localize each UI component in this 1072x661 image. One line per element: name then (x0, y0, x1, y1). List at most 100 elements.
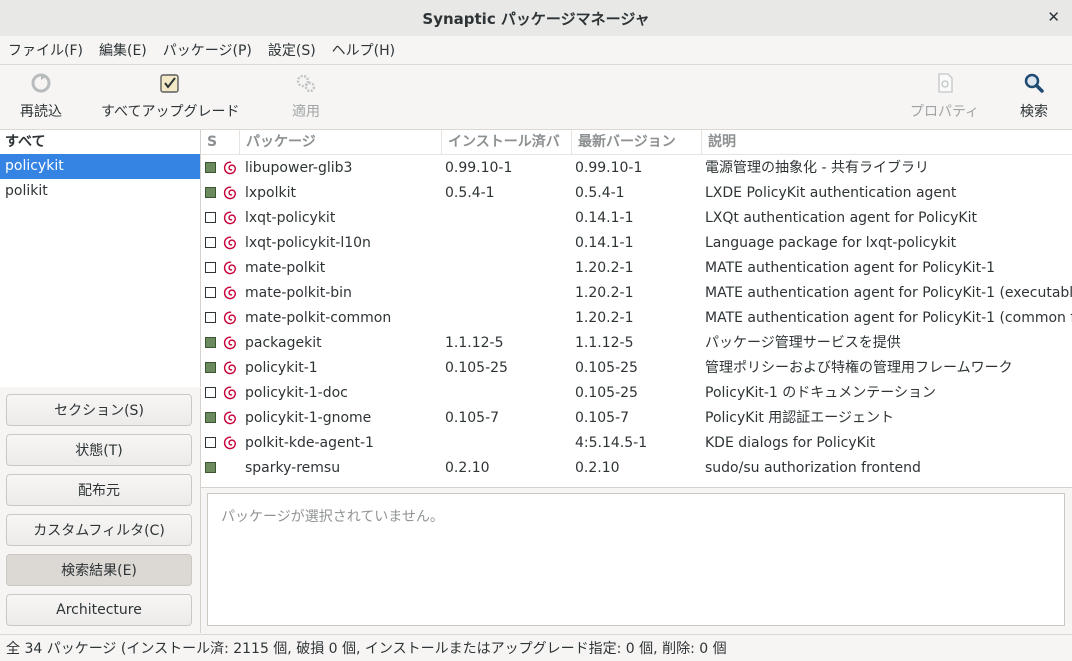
col-package[interactable]: パッケージ (239, 130, 441, 154)
table-header: S パッケージ インストール済バ 最新バージョン 説明 (201, 130, 1072, 155)
package-name: lxqt-policykit (245, 210, 336, 226)
col-installed-version[interactable]: インストール済バ (441, 130, 571, 154)
table-row[interactable]: mate-polkit-common 1.20.2-1 MATE authentic… (201, 306, 1072, 331)
search-button[interactable]: 検索 (1020, 71, 1048, 121)
package-description: MATE authentication agent for PolicyKit-… (705, 260, 996, 276)
package-description: MATE authentication agent for PolicyKit-… (705, 285, 1072, 301)
properties-label: プロパティ (910, 104, 980, 120)
window-title: Synaptic パッケージマネージャ (422, 9, 650, 28)
package-name: libupower-glib3 (245, 160, 353, 176)
table-row[interactable]: libupower-glib3 0.99.10-1 0.99.10-1 電源管理の抽象… (201, 156, 1072, 181)
installed-checkbox[interactable] (205, 337, 216, 348)
toolbar: 再読込 すべてアップグレード 適用 プロパティ 検索 (0, 65, 1072, 130)
menu-settings[interactable]: 設定(S) (260, 40, 324, 60)
not-installed-checkbox[interactable] (205, 312, 216, 323)
apply-button[interactable]: 適用 (292, 71, 320, 121)
installed-checkbox[interactable] (205, 362, 216, 373)
table-row[interactable]: lxpolkit 0.5.4-1 0.5.4-1 LXDE PolicyKit aut… (201, 181, 1072, 206)
package-description: sudo/su authorization frontend (705, 460, 921, 476)
filter-list-header[interactable]: すべて (0, 130, 200, 154)
reload-button[interactable]: 再読込 (20, 71, 62, 121)
package-name: policykit-1 (245, 360, 318, 376)
table-row[interactable]: policykit-1-gnome 0.105-7 0.105-7 PolicyKit… (201, 406, 1072, 431)
debian-logo-icon (222, 260, 238, 276)
search-label: 検索 (1020, 104, 1048, 120)
upgrade-all-label: すべてアップグレード (101, 104, 240, 120)
custom-filter-button[interactable]: カスタムフィルタ(C) (6, 514, 192, 546)
table-row[interactable]: policykit-1 0.105-25 0.105-25 管理ポリシーおよび特権の管… (201, 356, 1072, 381)
installed-checkbox[interactable] (205, 412, 216, 423)
package-description: LXDE PolicyKit authentication agent (705, 185, 957, 201)
col-description[interactable]: 説明 (701, 130, 1072, 154)
package-name: sparky-remsu (245, 460, 341, 476)
latest-version: 1.20.2-1 (575, 285, 634, 301)
installed-version: 0.105-25 (445, 360, 508, 376)
not-installed-checkbox[interactable] (205, 287, 216, 298)
latest-version: 1.20.2-1 (575, 260, 634, 276)
menu-package[interactable]: パッケージ(P) (155, 40, 260, 60)
upgrade-all-button[interactable]: すべてアップグレード (101, 71, 239, 121)
package-name: policykit-1-gnome (245, 410, 372, 426)
col-status[interactable]: S (201, 130, 221, 154)
menu-help[interactable]: ヘルプ(H) (324, 40, 403, 60)
package-description: LXQt authentication agent for PolicyKit (705, 210, 977, 226)
origin-filter-button[interactable]: 配布元 (6, 474, 192, 506)
not-installed-checkbox[interactable] (205, 262, 216, 273)
debian-logo-icon (222, 185, 238, 201)
package-name: lxpolkit (245, 185, 297, 201)
section-filter-button[interactable]: セクション(S) (6, 394, 192, 426)
col-latest-version[interactable]: 最新バージョン (571, 130, 701, 154)
package-table: S パッケージ インストール済バ 最新バージョン 説明 libupower-gl… (201, 130, 1072, 488)
search-results-filter-button[interactable]: 検索結果(E) (6, 554, 192, 586)
menu-file[interactable]: ファイル(F) (0, 40, 91, 60)
filter-item-policykit[interactable]: policykit (0, 154, 200, 179)
package-name: packagekit (245, 335, 322, 351)
table-row[interactable]: lxqt-policykit-l10n 0.14.1-1 Language pack… (201, 231, 1072, 256)
debian-logo-icon (222, 360, 238, 376)
table-row[interactable]: lxqt-policykit 0.14.1-1 LXQt authenticatio… (201, 206, 1072, 231)
reload-label: 再読込 (20, 104, 62, 120)
debian-logo-icon (222, 285, 238, 301)
details-placeholder: パッケージが選択されていません。 (221, 509, 444, 525)
not-installed-checkbox[interactable] (205, 437, 216, 448)
architecture-filter-button[interactable]: Architecture (6, 594, 192, 626)
table-row[interactable]: mate-polkit-bin 1.20.2-1 MATE authenticati… (201, 281, 1072, 306)
installed-version: 0.99.10-1 (445, 160, 513, 176)
table-row[interactable]: packagekit 1.1.12-5 1.1.12-5 パッケージ管理サービスを提供 (201, 331, 1072, 356)
status-text: 全 34 パッケージ (インストール済: 2115 個, 破損 0 個, インス… (6, 641, 727, 657)
filter-buttons: セクション(S) 状態(T) 配布元 カスタムフィルタ(C) 検索結果(E) A… (0, 388, 201, 633)
not-installed-checkbox[interactable] (205, 387, 216, 398)
menu-bar: ファイル(F) 編集(E) パッケージ(P) 設定(S) ヘルプ(H) (0, 36, 1072, 65)
not-installed-checkbox[interactable] (205, 212, 216, 223)
package-name: mate-polkit-bin (245, 285, 352, 301)
installed-checkbox[interactable] (205, 162, 216, 173)
reload-icon (30, 71, 52, 95)
properties-icon (934, 71, 956, 95)
latest-version: 0.105-7 (575, 410, 630, 426)
upgrade-all-icon (159, 71, 181, 95)
table-row[interactable]: mate-polkit 1.20.2-1 MATE authentication a… (201, 256, 1072, 281)
close-icon[interactable]: ✕ (1047, 8, 1060, 26)
debian-logo-icon (222, 210, 238, 226)
package-description: Language package for lxqt-policykit (705, 235, 957, 251)
package-name: policykit-1-doc (245, 385, 348, 401)
installed-checkbox[interactable] (205, 462, 216, 473)
status-filter-button[interactable]: 状態(T) (6, 434, 192, 466)
installed-checkbox[interactable] (205, 187, 216, 198)
table-row[interactable]: sparky-remsu 0.2.10 0.2.10 sudo/su authoriz… (201, 456, 1072, 481)
package-description: PolicyKit 用認証エージェント (705, 410, 894, 426)
properties-button[interactable]: プロパティ (910, 71, 979, 121)
debian-logo-icon (222, 235, 238, 251)
filter-item-polikit[interactable]: polikit (0, 179, 200, 204)
table-row[interactable]: policykit-1-doc 0.105-25 PolicyKit-1 のドキュメ… (201, 381, 1072, 406)
package-description: PolicyKit-1 のドキュメンテーション (705, 385, 936, 401)
latest-version: 0.5.4-1 (575, 185, 625, 201)
not-installed-checkbox[interactable] (205, 237, 216, 248)
debian-logo-icon (222, 335, 238, 351)
table-row[interactable]: polkit-kde-agent-1 4:5.14.5-1 KDE dialogs … (201, 431, 1072, 456)
latest-version: 1.1.12-5 (575, 335, 634, 351)
latest-version: 0.2.10 (575, 460, 620, 476)
menu-edit[interactable]: 編集(E) (91, 40, 155, 60)
latest-version: 0.105-25 (575, 385, 638, 401)
package-name: polkit-kde-agent-1 (245, 435, 374, 451)
